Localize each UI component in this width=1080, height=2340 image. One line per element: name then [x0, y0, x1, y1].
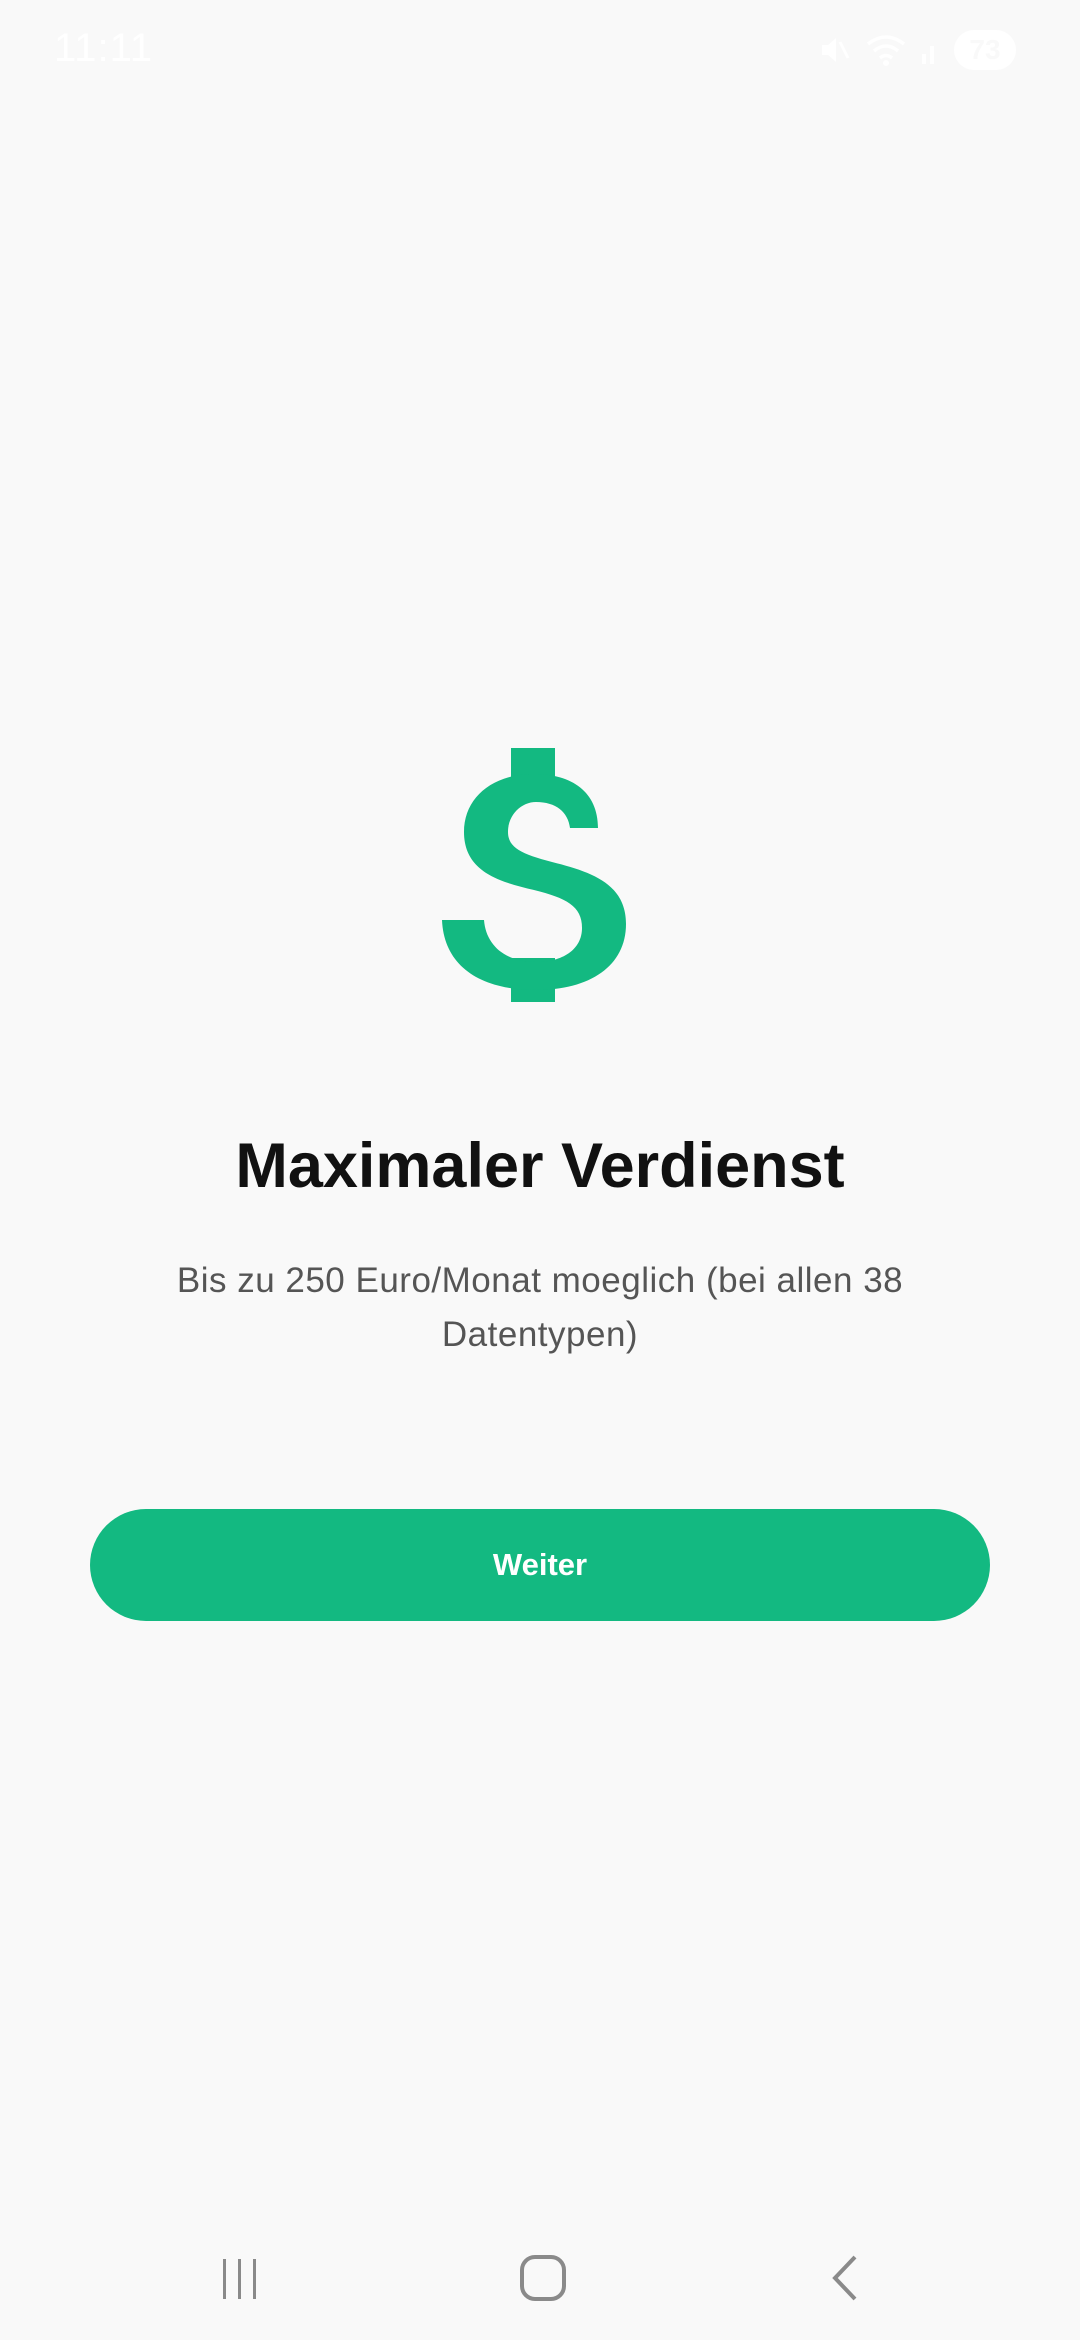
signal-icon: [920, 32, 940, 68]
recents-icon: [215, 2253, 265, 2308]
back-icon: [821, 2253, 871, 2308]
status-bar: 11:11 73: [0, 0, 1080, 100]
home-button[interactable]: [503, 2240, 583, 2320]
page-title: Maximaler Verdienst: [235, 1131, 845, 1201]
home-icon: [518, 2253, 568, 2308]
navigation-bar: [0, 2220, 1080, 2340]
mute-icon: [816, 32, 852, 68]
page-subtitle: Bis zu 250 Euro/Monat moeglich (bei alle…: [176, 1261, 904, 1354]
battery-icon: 73: [954, 30, 1016, 70]
back-button[interactable]: [806, 2240, 886, 2320]
dollar-icon: [440, 740, 640, 1010]
onboarding-screen: 11:11 73 Maximaler Verdienst Bis zu 250 …: [0, 0, 1080, 2340]
status-time: 11:11: [54, 26, 154, 70]
continue-button[interactable]: Weiter: [90, 1509, 990, 1621]
recents-button[interactable]: [200, 2240, 280, 2320]
wifi-icon: [866, 32, 906, 68]
status-icons: 73: [816, 30, 1016, 70]
